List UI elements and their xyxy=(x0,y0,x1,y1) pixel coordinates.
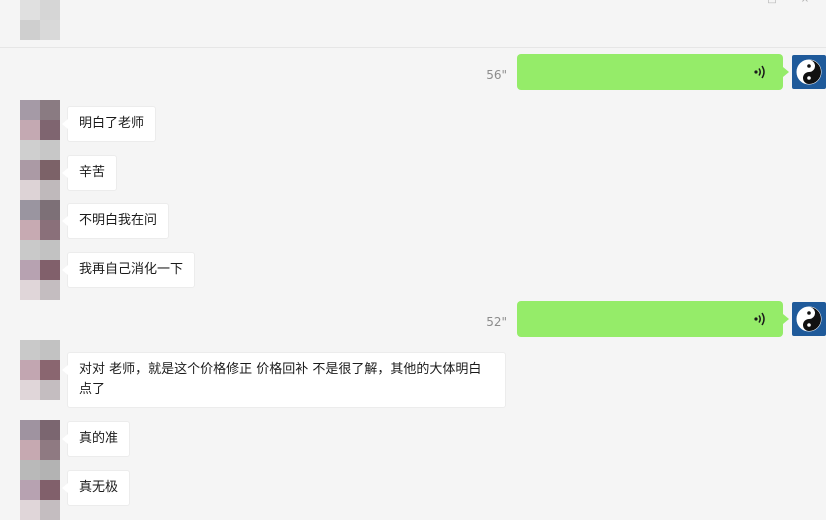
maximize-button[interactable]: □ xyxy=(765,0,779,5)
contact-avatar[interactable] xyxy=(20,140,60,180)
voice-message[interactable] xyxy=(517,301,789,337)
yin-yang-icon xyxy=(796,306,822,332)
message-bubble[interactable]: 对对 老师，就是这个价格修正 价格回补 不是很了解，其他的大体明白点了 xyxy=(62,352,506,408)
chat-header: - □ × xyxy=(0,0,826,48)
contact-avatar[interactable] xyxy=(20,360,60,400)
self-avatar[interactable] xyxy=(792,302,826,336)
contact-avatar[interactable] xyxy=(20,480,60,520)
contact-avatar[interactable] xyxy=(20,420,60,460)
message-bubble[interactable]: 真的准 xyxy=(61,421,131,457)
header-contact-avatar xyxy=(20,0,60,40)
message-bubble[interactable]: 辛苦 xyxy=(61,155,118,191)
voice-duration: 52" xyxy=(486,315,507,329)
voice-wave-icon xyxy=(754,65,765,79)
message-bubble[interactable]: 真无极 xyxy=(61,470,131,506)
voice-message[interactable] xyxy=(517,54,789,90)
self-avatar[interactable] xyxy=(792,55,826,89)
message-bubble[interactable]: 明白了老师 xyxy=(61,106,157,142)
message-bubble[interactable]: 我再自己消化一下 xyxy=(61,252,196,288)
yin-yang-icon xyxy=(796,59,822,85)
voice-wave-icon xyxy=(754,312,765,326)
contact-avatar[interactable] xyxy=(20,260,60,300)
contact-avatar[interactable] xyxy=(20,200,60,240)
close-button[interactable]: × xyxy=(798,0,812,5)
contact-avatar[interactable] xyxy=(20,100,60,140)
voice-duration: 56" xyxy=(486,68,507,82)
message-bubble[interactable]: 不明白我在问 xyxy=(61,203,170,239)
minimize-button[interactable]: - xyxy=(730,0,744,5)
